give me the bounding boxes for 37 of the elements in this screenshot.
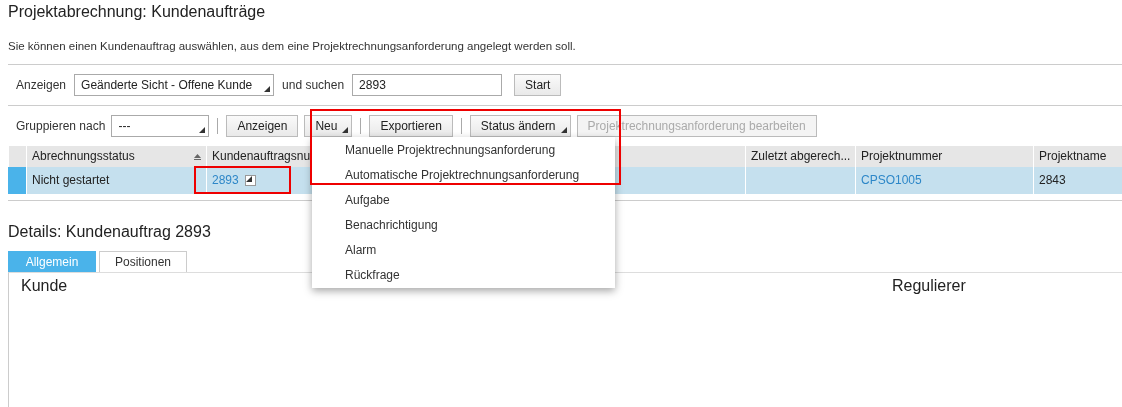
start-button[interactable]: Start	[514, 74, 562, 96]
field-label: Regulierer	[892, 277, 967, 295]
menu-item[interactable]: Rückfrage	[345, 268, 400, 282]
caret-icon	[245, 176, 252, 182]
column-header[interactable]: Projektname	[1033, 146, 1122, 167]
caret-icon	[560, 127, 567, 133]
table-cell: Nicht gestartet	[26, 167, 206, 194]
menu-button[interactable]: Status ändern	[469, 115, 571, 137]
view-select[interactable]: Geänderte Sicht - Offene Kunde	[74, 74, 275, 96]
menu-item[interactable]: Manuelle Projektrechnungsanforderung	[345, 143, 556, 157]
toolbar-button[interactable]: Anzeigen	[226, 115, 299, 137]
menu-item[interactable]: Automatische Projektrechnungsanforderung	[345, 168, 580, 182]
column-header[interactable]: Abrechnungsstatus	[26, 146, 206, 167]
view-label: Anzeigen	[16, 78, 67, 92]
page-title: Projektabrechnung: Kundenaufträge	[8, 2, 267, 22]
caret-icon	[342, 127, 349, 133]
column-header[interactable]: Projektnummer	[855, 146, 1033, 167]
hint-text: Sie können einen Kundenauftrag auswählen, aus dem eine Projektrechnungsanforderung angelegt werden soll.	[8, 40, 577, 54]
details-title: Details: Kundenauftrag 2893	[8, 223, 211, 242]
group-select[interactable]: ---	[111, 115, 210, 137]
search-field[interactable]: 2893	[352, 74, 503, 96]
toolbar-button[interactable]: Exportieren	[369, 115, 453, 137]
dropdown-icon[interactable]	[244, 175, 256, 186]
group-label: Gruppieren nach	[16, 119, 106, 133]
menu-item[interactable]: Alarm	[345, 243, 377, 257]
search-label: und suchen	[282, 78, 345, 92]
tab[interactable]: Positionen	[99, 251, 187, 272]
caret-icon	[199, 127, 206, 133]
menu-button[interactable]: Neu	[304, 115, 353, 137]
header-filler	[8, 146, 26, 167]
menu-item[interactable]: Benachrichtigung	[345, 218, 438, 232]
column-header[interactable]: Zuletzt abgerech...	[745, 146, 855, 167]
table-cell: 2843	[1033, 167, 1122, 194]
field-label: Kunde	[21, 277, 69, 295]
caret-icon	[264, 86, 271, 92]
menu-item[interactable]: Aufgabe	[345, 193, 390, 207]
sort-icon	[194, 153, 201, 160]
